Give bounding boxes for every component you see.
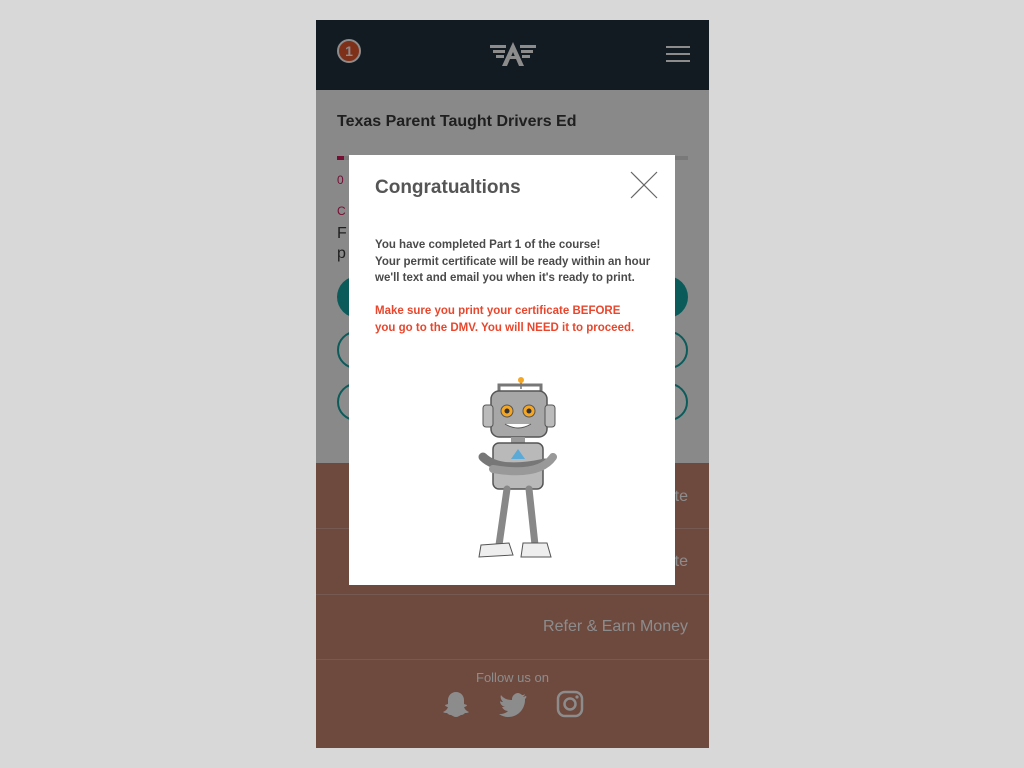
congratulations-modal: Congratualtions You have completed Part … (349, 155, 675, 585)
message-line: You have completed Part 1 of the course! (375, 239, 601, 251)
warning-message: Make sure you print your certificate BEF… (375, 303, 665, 336)
message-line: we'll text and email you when it's ready… (375, 272, 635, 284)
robot-mascot-icon (478, 377, 557, 558)
close-icon[interactable] (629, 170, 659, 200)
warning-line: Make sure you print your certificate BEF… (375, 305, 621, 317)
completion-message: You have completed Part 1 of the course!… (375, 237, 665, 287)
warning-line: you go to the DMV. You will NEED it to p… (375, 321, 635, 334)
message-line: Your permit certificate will be ready wi… (375, 255, 651, 268)
modal-title: Congratualtions (375, 177, 521, 198)
